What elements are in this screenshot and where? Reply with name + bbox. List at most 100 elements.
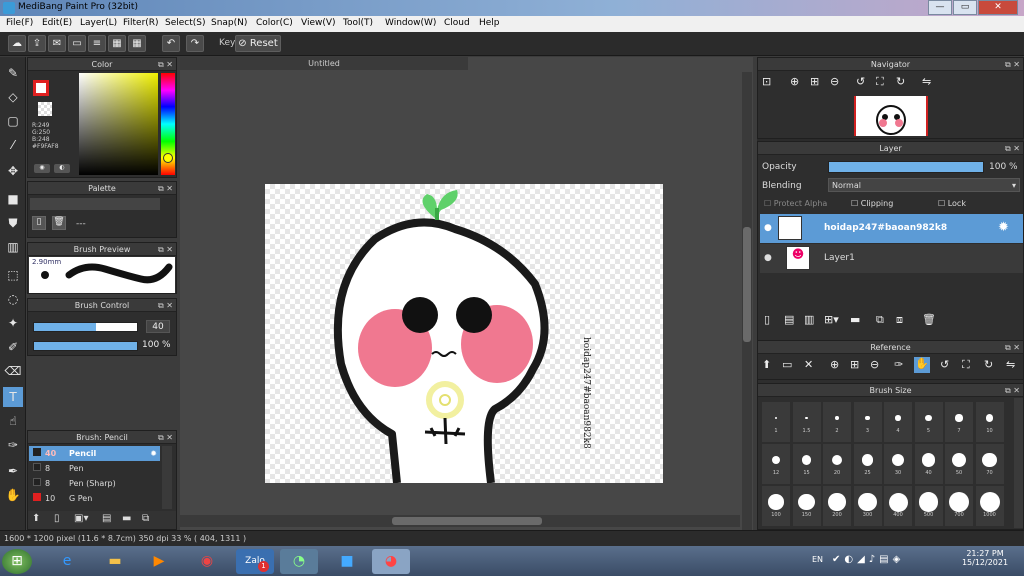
lock-checkbox[interactable]: ☐ Lock	[938, 199, 966, 208]
move-tool-icon[interactable]: ✥	[3, 161, 23, 181]
clock[interactable]: 21:27 PM 15/12/2021	[960, 549, 1010, 567]
menu-color[interactable]: Color(C)	[256, 18, 293, 28]
chrome-icon[interactable]: ◉	[188, 549, 226, 574]
drawing-canvas[interactable]: hoidap247#baoan982k8	[265, 184, 663, 483]
brush-size-option[interactable]: 20	[823, 444, 851, 484]
close-button[interactable]: ✕	[978, 0, 1018, 15]
brush-size-option[interactable]: 70	[975, 444, 1004, 484]
gradient-tool-icon[interactable]: ▥	[3, 237, 23, 257]
brush-doc-icon[interactable]: ▤	[102, 513, 111, 524]
brush-size-option[interactable]: 500	[914, 486, 943, 526]
tray-icons[interactable]: ✔◐◢♪▤◈	[832, 554, 904, 565]
brush-item-pen[interactable]: 8 Pen	[29, 461, 160, 476]
brush-size-option[interactable]: 200	[823, 486, 851, 526]
menu-view[interactable]: View(V)	[301, 18, 336, 28]
text-tool-icon[interactable]: T	[3, 387, 23, 407]
zoom-fit-icon[interactable]: ⊡	[762, 75, 771, 88]
foreground-color-swatch[interactable]	[33, 80, 49, 96]
brush-size-option[interactable]: 150	[792, 486, 821, 526]
menu-window[interactable]: Window(W)	[385, 18, 436, 28]
panel-float-close-icon[interactable]: ⧉ ✕	[158, 182, 173, 195]
menu-filter[interactable]: Filter(R)	[123, 18, 159, 28]
menu-cloud[interactable]: Cloud	[444, 18, 470, 28]
clipping-checkbox[interactable]: ☐ Clipping	[851, 199, 893, 208]
brush-size-option[interactable]: 25	[853, 444, 882, 484]
upload-icon[interactable]: ⇪	[28, 35, 46, 52]
zoom-in-icon[interactable]: ⊕	[790, 75, 799, 88]
medibang-icon[interactable]: ◕	[372, 549, 410, 574]
brush-size-option[interactable]: 100	[762, 486, 790, 526]
dot-brush-icon[interactable]: ⁄	[3, 135, 23, 155]
select-eraser-icon[interactable]: ⌫	[3, 361, 23, 381]
brush-opacity-slider[interactable]	[33, 341, 138, 351]
vertical-scrollbar[interactable]	[742, 72, 752, 530]
new-palette-icon[interactable]: ▯	[32, 216, 46, 230]
rotate-right-icon[interactable]: ↻	[896, 75, 905, 88]
pen-tool-icon[interactable]: ✒	[3, 461, 23, 481]
duplicate-layer-icon[interactable]: ⧉	[876, 313, 884, 327]
gear-icon[interactable]: ✹	[150, 446, 157, 461]
menu-select[interactable]: Select(S)	[165, 18, 206, 28]
layer-row-text[interactable]: ● hoidap247#baoan982k8 ✹	[760, 214, 1023, 243]
panel-float-close-icon[interactable]: ⧉ ✕	[158, 243, 173, 256]
protect-alpha-checkbox[interactable]: ☐ Protect Alpha	[764, 199, 827, 208]
zalo-icon[interactable]: Zalo 1	[236, 549, 274, 574]
brush-size-option[interactable]: 2	[823, 402, 851, 442]
brush-item-pen-sharp[interactable]: 8 Pen (Sharp)	[29, 476, 160, 491]
document-icon[interactable]: ≡	[88, 35, 106, 52]
hand-tool-icon[interactable]: ✋	[3, 485, 23, 505]
menu-file[interactable]: File(F)	[6, 18, 33, 28]
folder-open-icon[interactable]: ▭	[782, 358, 792, 371]
background-color-swatch[interactable]	[38, 102, 52, 116]
eye-icon[interactable]: ◉	[34, 164, 50, 173]
app-icon-green[interactable]: ◔	[280, 549, 318, 574]
trash-icon[interactable]: 🗑	[52, 216, 66, 230]
add-brush-icon[interactable]: ⬆	[32, 513, 40, 524]
brush-size-option[interactable]: 15	[792, 444, 821, 484]
magic-wand-icon[interactable]: ✦	[3, 313, 23, 333]
start-button-icon[interactable]: ⊞	[2, 549, 32, 574]
horizontal-scroll-thumb[interactable]	[392, 517, 542, 525]
zoom-in-icon[interactable]: ⊕	[830, 358, 839, 371]
comment-icon[interactable]: ▭	[68, 35, 86, 52]
visibility-icon[interactable]: ●	[764, 223, 772, 233]
brush-size-option[interactable]: 7	[945, 402, 973, 442]
new-layer-1bit-icon[interactable]: ▥	[804, 313, 814, 326]
panel-float-close-icon[interactable]: ⧉ ✕	[158, 58, 173, 71]
trash-icon[interactable]: 🗑	[922, 313, 936, 326]
select-rect-icon[interactable]: ⬚	[3, 265, 23, 285]
rectangle-select-icon[interactable]: ▢	[3, 111, 23, 131]
bucket-tool-icon[interactable]: ⛊	[3, 213, 23, 233]
canvas-tab[interactable]: Untitled	[180, 57, 468, 70]
horizontal-scrollbar[interactable]	[180, 515, 740, 527]
close-icon[interactable]: ✕	[804, 358, 813, 371]
hand-icon[interactable]: ✋	[914, 357, 930, 373]
maximize-button[interactable]: ▭	[953, 0, 977, 15]
operation-tool-icon[interactable]: ☝	[3, 411, 23, 431]
zoom-icon[interactable]: ■	[328, 549, 366, 574]
zoom-out-icon[interactable]: ⊖	[830, 75, 839, 88]
color-saturation-field[interactable]	[79, 73, 158, 175]
panel-float-close-icon[interactable]: ⧉ ✕	[1005, 384, 1020, 397]
upload-icon[interactable]: ⬆	[762, 358, 771, 371]
brush-size-value[interactable]: 40	[146, 320, 170, 333]
eyedropper-icon[interactable]: ✑	[894, 358, 903, 371]
brush-size-option[interactable]: 4	[884, 402, 912, 442]
brush-size-option[interactable]: 5	[914, 402, 943, 442]
merge-layer-icon[interactable]: ⧈	[896, 313, 903, 327]
brush-item-pencil[interactable]: 40 Pencil ✹	[29, 446, 160, 461]
chat-icon[interactable]: ✉	[48, 35, 66, 52]
panel-float-close-icon[interactable]: ⧉ ✕	[1005, 341, 1020, 354]
flip-icon[interactable]: ⇋	[1006, 358, 1015, 371]
brush-size-option[interactable]: 50	[945, 444, 973, 484]
brush-size-option[interactable]: 1.5	[792, 402, 821, 442]
vertical-scroll-thumb[interactable]	[743, 227, 751, 342]
eyedropper-icon[interactable]: ✑	[3, 435, 23, 455]
undo-icon[interactable]: ↶	[162, 35, 180, 52]
media-player-icon[interactable]: ▶	[140, 549, 178, 574]
add-layer-menu-icon[interactable]: ⊞▾	[824, 313, 839, 326]
folder-icon[interactable]: ▬	[122, 513, 131, 524]
new-layer-icon[interactable]: ▯	[764, 313, 770, 326]
rotate-left-icon[interactable]: ↺	[940, 358, 949, 371]
hue-handle[interactable]	[163, 153, 173, 163]
